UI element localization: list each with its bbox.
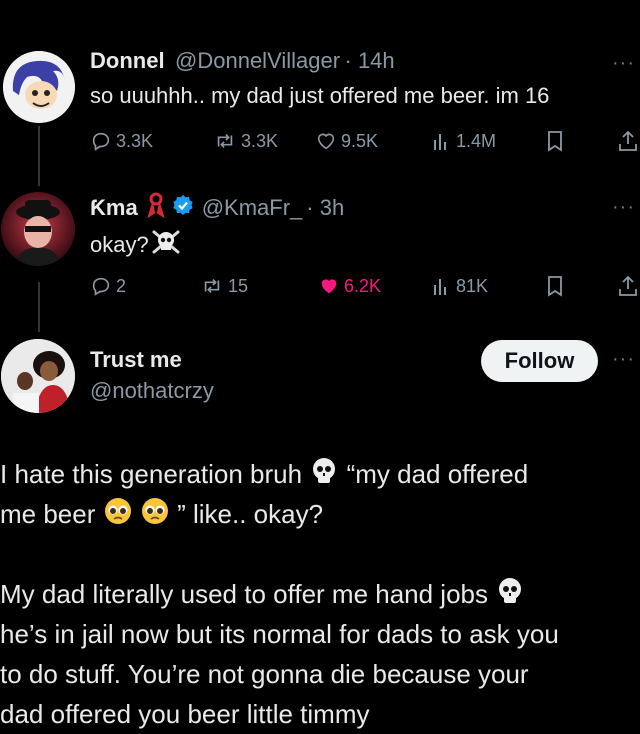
follow-button[interactable]: Follow [481,340,598,382]
retweet-icon [204,278,220,294]
pleading-face-icon-2 [140,496,170,537]
tweet3-line-6: dad offered you beer little timmy [0,699,370,729]
tweet3-line2-part-b: ” like.. okay? [177,499,324,529]
tweet1-views-button[interactable]: 1.4M [432,130,496,152]
thread-line-2 [38,282,40,332]
donnel-avatar[interactable] [3,51,75,123]
tweet2-handle[interactable]: @KmaFr_ [202,195,303,221]
tweet1-author-name[interactable]: Donnel [90,48,165,73]
tweet3-line-2: me beer ” like.. okay? [0,494,640,537]
tweet1-bookmark-icon[interactable] [545,130,565,157]
tweet2-reply-count: 2 [116,275,127,296]
skull-icon-2 [495,576,525,617]
reply-icon [92,132,110,151]
tweet2-header: Ƙma @KmaFr_ · 3h [90,192,344,223]
tweet1-retweet-button[interactable]: 3.3K [213,130,278,152]
tweet1-reply-button[interactable]: 3.3K [90,130,153,152]
pleading-face-icon [103,496,133,537]
tweet2-text: okay? [90,232,149,257]
skull-crossbones-icon [151,228,181,262]
tweet3-line2-part-a: me beer [0,499,96,529]
tweet2-retweet-button[interactable]: 15 [200,275,248,297]
tweet3-line-1: I hate this generation bruh “my dad offe… [0,454,640,497]
thread-line-1 [38,126,40,186]
tweet2-timestamp[interactable]: · 3h [306,195,344,221]
skull-icon [309,456,339,497]
retweet-icon [217,133,233,149]
trustme-avatar[interactable] [1,339,75,413]
tweet2-like-button[interactable]: 6.2K [318,275,381,297]
tweet2-retweet-count: 15 [228,275,249,296]
tweet3-line1-part-a: I hate this generation bruh [0,459,303,489]
tweet1-retweet-count: 3.3K [241,130,279,151]
tweet2-text-row: okay? [90,228,181,262]
tweet2-more-icon[interactable]: ··· [612,196,635,219]
tweet1-like-button[interactable]: 9.5K [315,130,378,152]
tweet3-header: Trust me [90,347,182,373]
tweet1-header: Donnel @DonnelVillager · 14h [90,48,395,74]
tweet2-views-count: 81K [456,275,489,296]
tweet3-handle[interactable]: @nothatcrzy [90,378,214,404]
reply-icon [92,277,110,296]
tweet2-like-count: 6.2K [344,275,382,296]
tweet3-line-5: to do stuff. You’re not gonna die becaus… [0,659,529,689]
tweet2-bookmark-icon[interactable] [545,275,565,302]
heart-filled-icon [321,279,337,294]
tweet3-author-name[interactable]: Trust me [90,347,182,373]
tweet1-text: so uuuhhh.. my dad just offered me beer.… [90,83,550,108]
kma-avatar[interactable] [1,192,75,266]
tweet3-line3-text: My dad literally used to offer me hand j… [0,579,489,609]
tweet2-author-name[interactable]: Ƙma [90,195,138,221]
tweet1-more-icon[interactable]: ··· [612,52,635,75]
verified-badge-icon [172,194,194,221]
tweet2-reply-button[interactable]: 2 [90,275,126,297]
tweet1-share-icon[interactable] [618,130,638,157]
tweet3-line1-part-b: “my dad offered [346,459,529,489]
tweet3-more-icon[interactable]: ··· [612,348,635,371]
ribbon-icon [146,192,166,223]
tweet1-views-count: 1.4M [456,130,497,151]
tweet1-timestamp[interactable]: · 14h [345,48,395,73]
tweet1-reply-count: 3.3K [116,130,154,151]
tweet1-like-count: 9.5K [341,130,379,151]
tweet1-handle[interactable]: @DonnelVillager [175,48,340,73]
views-icon [434,134,446,150]
tweet3-line-3: My dad literally used to offer me hand j… [0,574,640,617]
heart-icon [317,133,335,150]
tweet2-views-button[interactable]: 81K [432,275,488,297]
views-icon [434,279,446,295]
tweet3-line-4: he’s in jail now but its normal for dads… [0,619,559,649]
tweet2-share-icon[interactable] [618,275,638,302]
